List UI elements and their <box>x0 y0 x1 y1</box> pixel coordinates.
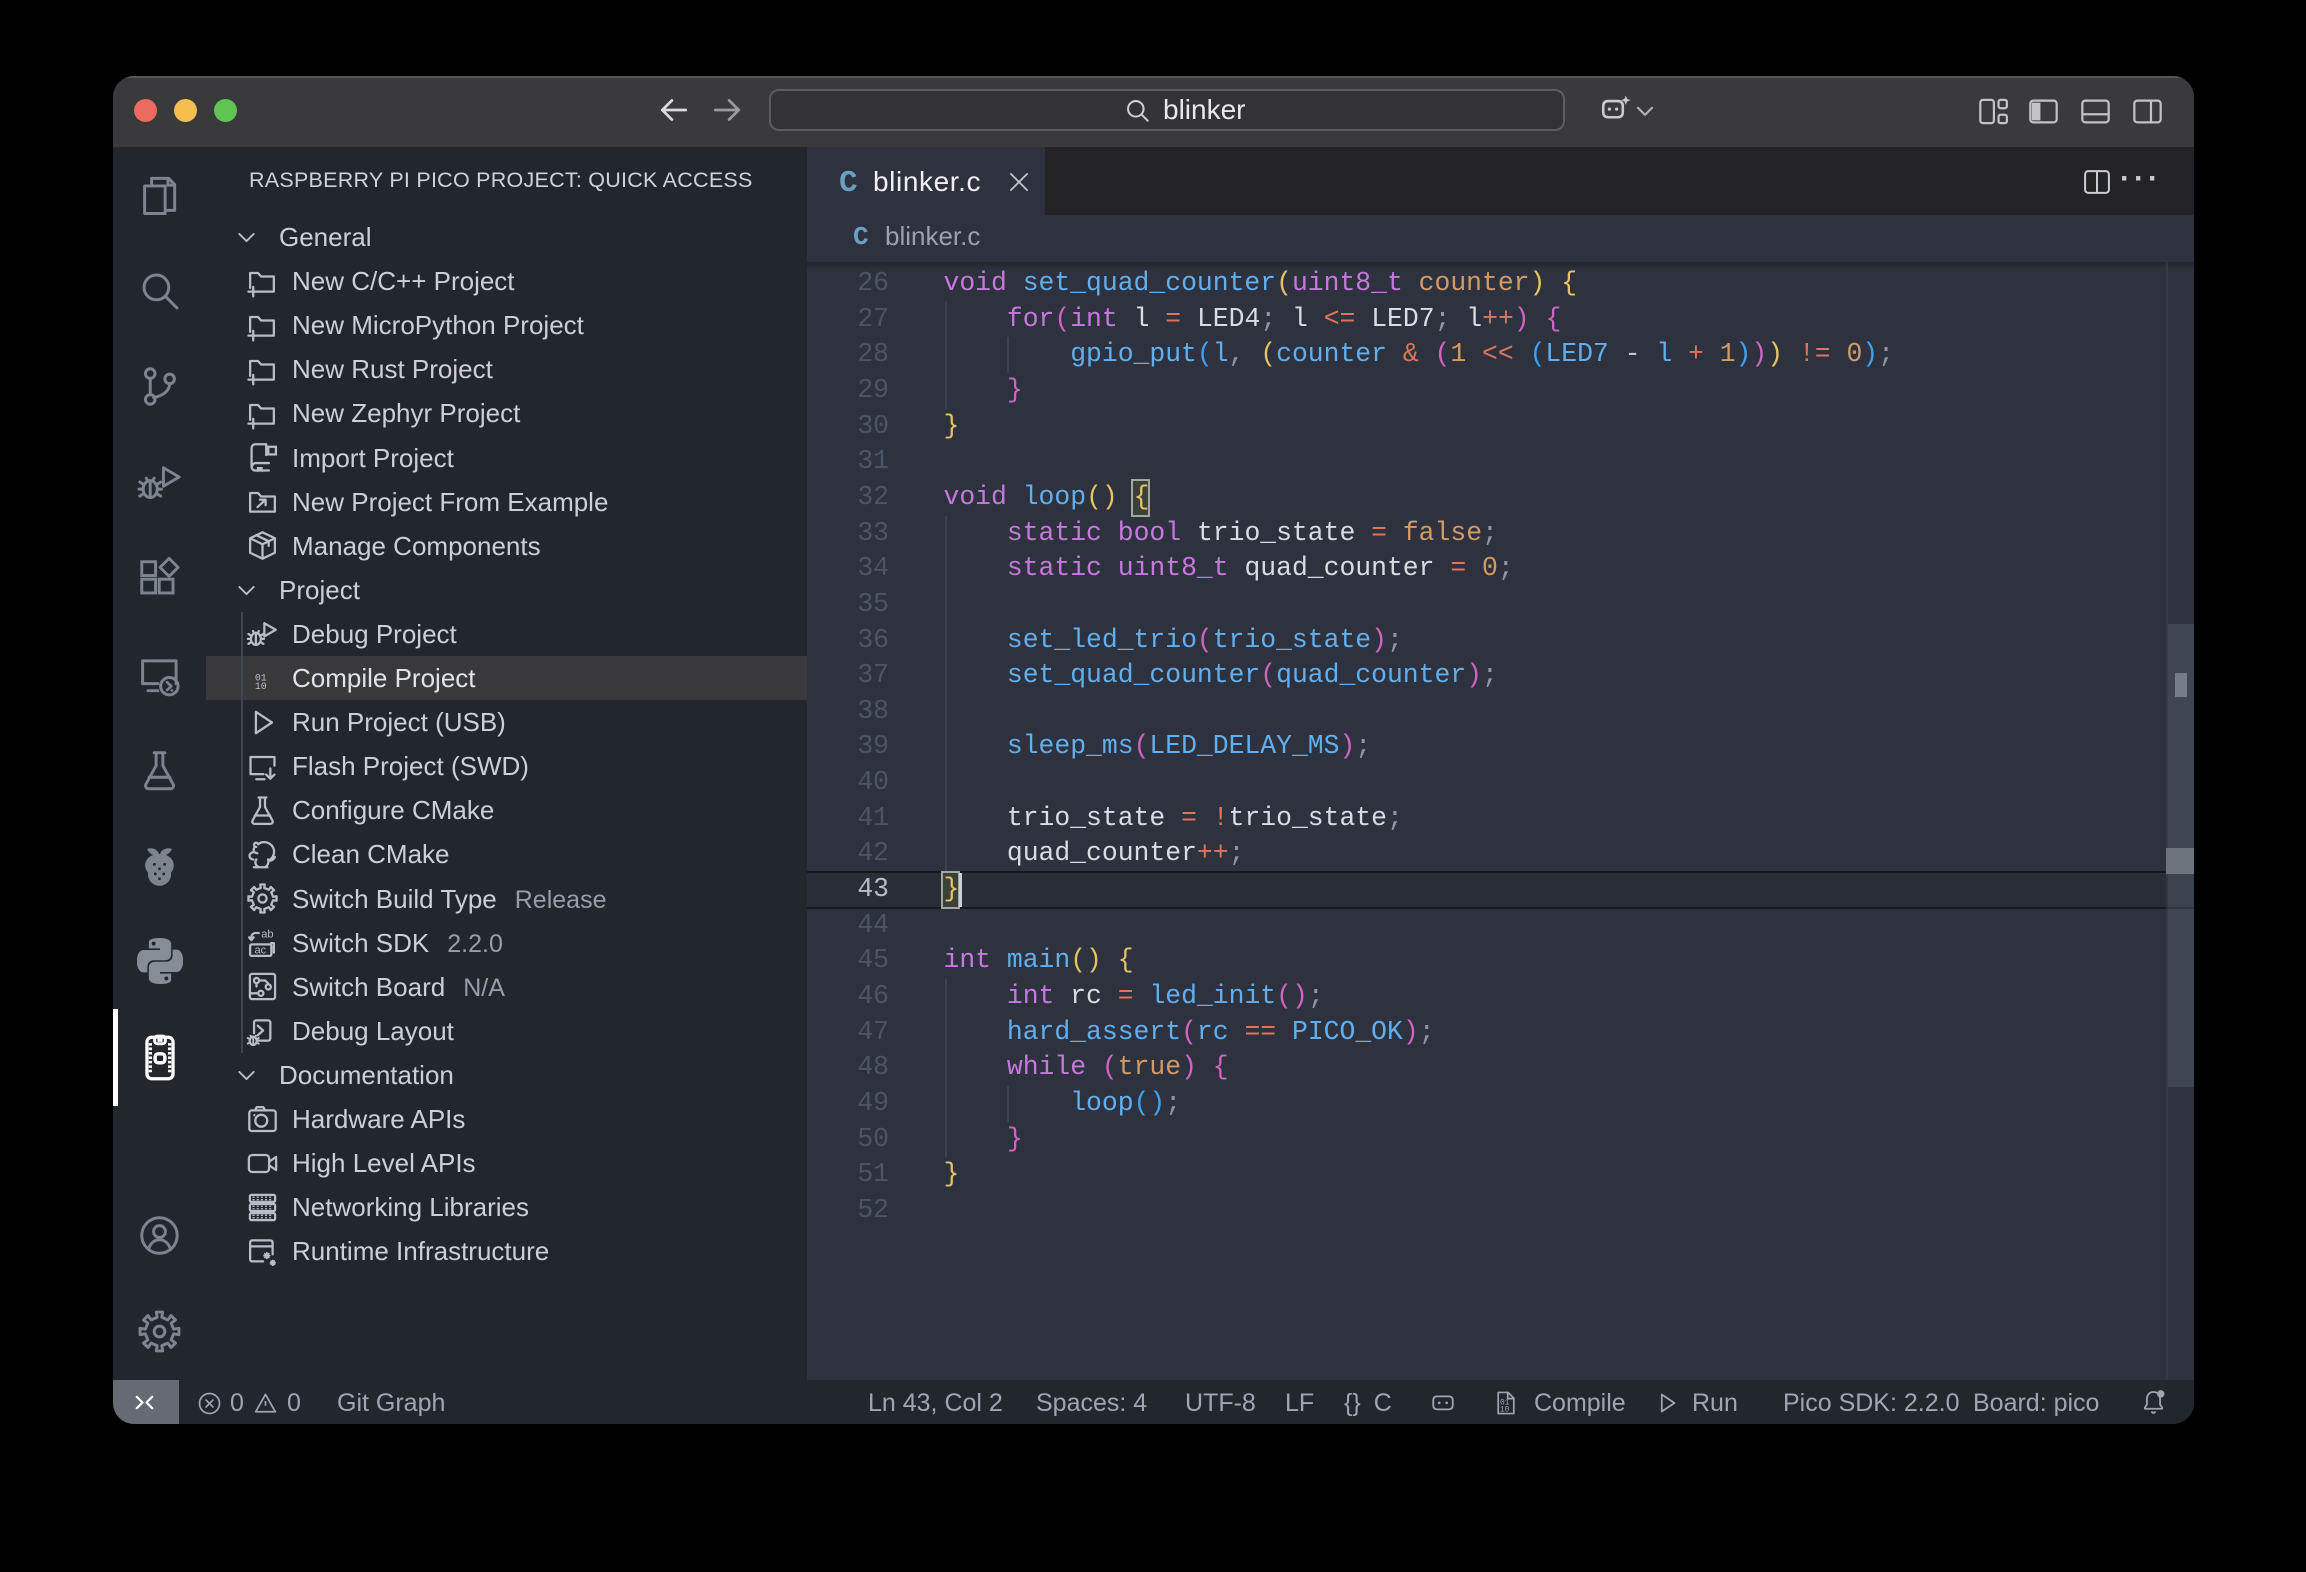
svg-text:10: 10 <box>255 681 267 692</box>
svg-text:10: 10 <box>1500 1406 1510 1414</box>
svg-text:ac: ac <box>254 945 266 957</box>
svg-text:ab: ab <box>261 929 273 941</box>
